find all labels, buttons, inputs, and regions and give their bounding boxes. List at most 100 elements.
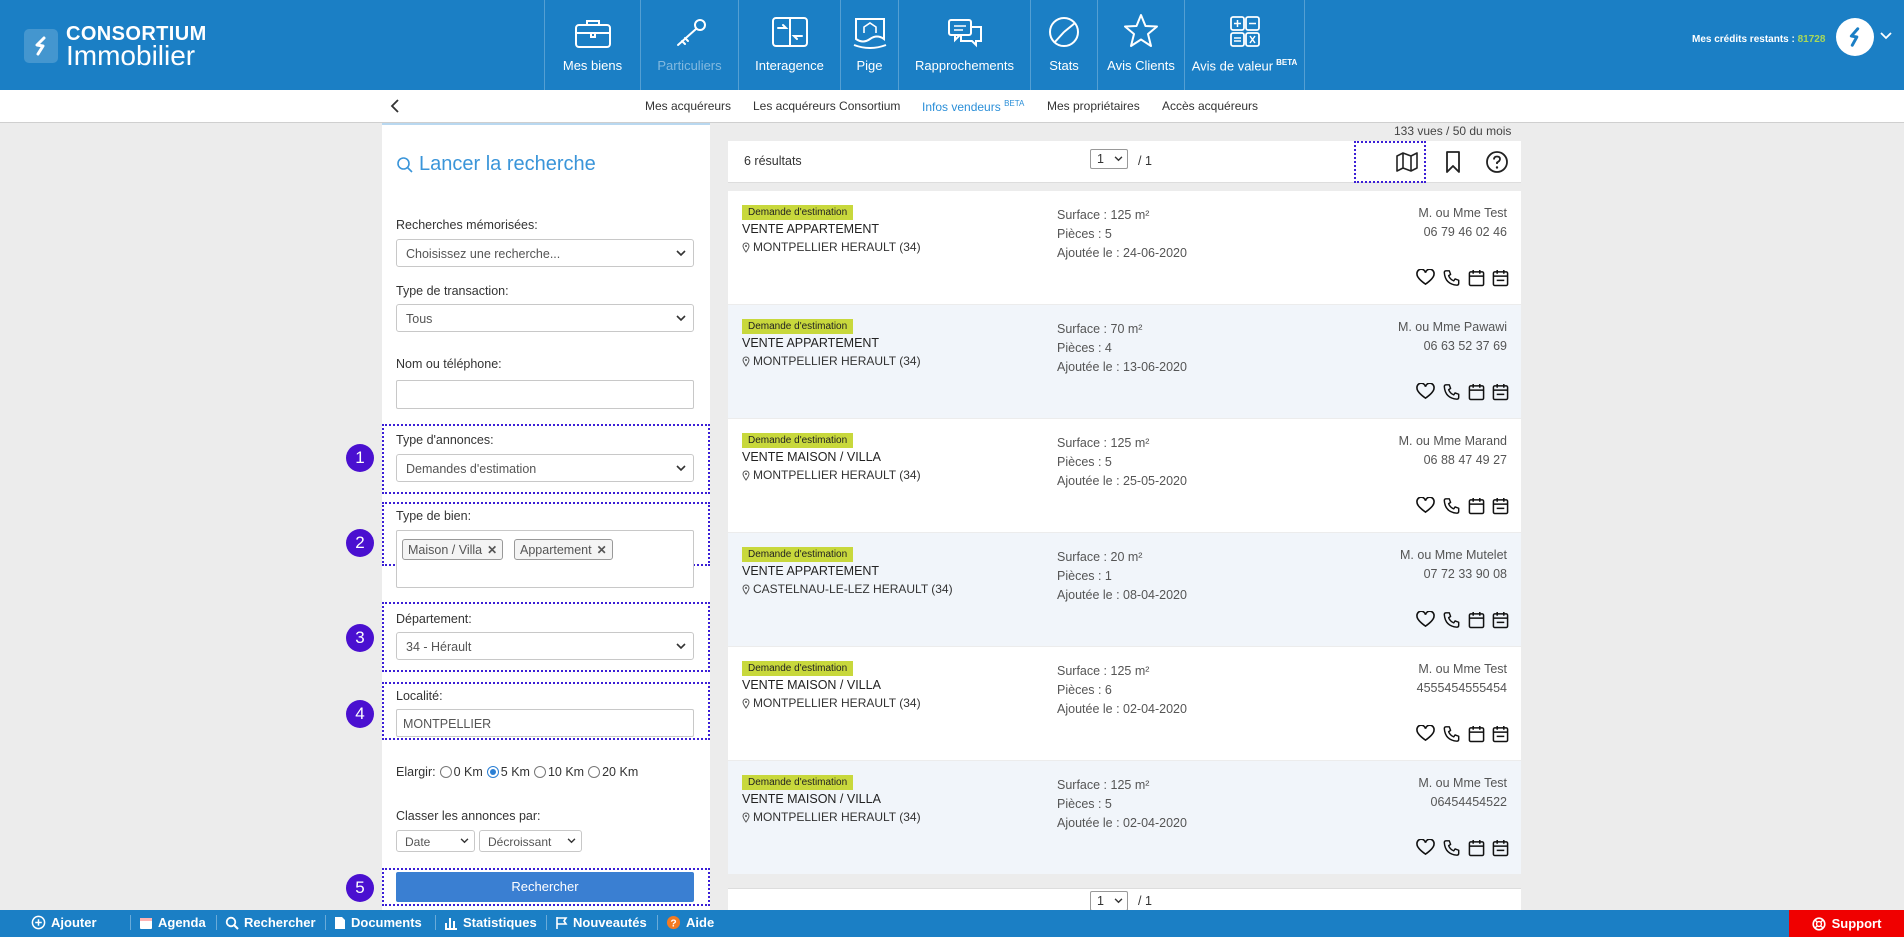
result-card[interactable]: Demande d'estimation VENTE APPARTEMENT MON… — [728, 191, 1521, 304]
bottom-ajouter[interactable]: Ajouter — [31, 915, 97, 930]
phone-icon[interactable] — [1442, 383, 1461, 401]
bottom-rechercher[interactable]: Rechercher — [216, 915, 316, 930]
department-select[interactable]: 34 - Hérault — [396, 632, 694, 660]
saved-searches-select[interactable]: Choisissez une recherche... — [396, 239, 694, 267]
chevron-down-icon[interactable] — [1880, 32, 1892, 40]
card-actions — [1416, 839, 1509, 857]
subnav-mes-acquereurs[interactable]: Mes acquéreurs — [645, 99, 731, 113]
favorite-heart-icon[interactable] — [1416, 725, 1435, 743]
subnav-infos-vendeurs[interactable]: Infos vendeurs BETA — [922, 99, 1024, 114]
bottom-statistiques[interactable]: Statistiques — [435, 915, 537, 930]
ad-type-select[interactable]: Demandes d'estimation — [396, 454, 694, 482]
phone-icon[interactable] — [1442, 611, 1461, 629]
nav-interagence[interactable]: Interagence — [738, 0, 840, 90]
added-date: Ajoutée le : 24-06-2020 — [1057, 246, 1187, 260]
tag-appartement[interactable]: Appartement ✕ — [514, 539, 613, 560]
calendar-icon[interactable] — [1468, 497, 1485, 515]
sort-order-select[interactable]: Décroissant — [479, 830, 582, 852]
search-button[interactable]: Rechercher — [396, 872, 694, 902]
bottom-agenda[interactable]: Agenda — [130, 915, 206, 930]
subnav-acces-acquereurs[interactable]: Accès acquéreurs — [1162, 99, 1258, 113]
user-avatar[interactable] — [1836, 18, 1874, 56]
result-card[interactable]: Demande d'estimation VENTE APPARTEMENT MON… — [728, 305, 1521, 418]
favorite-heart-icon[interactable] — [1416, 383, 1435, 401]
radio-0km[interactable] — [439, 766, 452, 778]
subnav-mes-proprietaires[interactable]: Mes propriétaires — [1047, 99, 1140, 113]
subnav-acquereurs-consortium[interactable]: Les acquéreurs Consortium — [753, 99, 900, 113]
nav-avis-de-valeur[interactable]: Avis de valeur BETA — [1184, 0, 1305, 90]
result-card[interactable]: Demande d'estimation VENTE APPARTEMENT CAS… — [728, 533, 1521, 646]
map-icon[interactable] — [1395, 150, 1419, 174]
tag-maison-villa[interactable]: Maison / Villa ✕ — [402, 539, 504, 560]
favorite-heart-icon[interactable] — [1416, 269, 1435, 287]
property-type-multiselect[interactable]: Maison / Villa ✕ Appartement ✕ — [396, 530, 694, 588]
radio-10km[interactable] — [533, 766, 546, 778]
calendar-event-icon[interactable] — [1492, 497, 1509, 515]
step-badge-3: 3 — [346, 624, 374, 652]
transaction-type-select[interactable]: Tous — [396, 304, 694, 332]
consortium-logo[interactable]: CONSORTIUM Immobilier — [24, 24, 207, 70]
location-pin-icon — [742, 698, 750, 709]
favorite-heart-icon[interactable] — [1416, 611, 1435, 629]
step-badge-5: 5 — [346, 874, 374, 902]
favorite-heart-icon[interactable] — [1416, 497, 1435, 515]
calendar-icon[interactable] — [1468, 269, 1485, 287]
calendar-icon — [139, 916, 158, 930]
result-card[interactable]: Demande d'estimation VENTE MAISON / VILLA… — [728, 419, 1521, 532]
support-button[interactable]: Support — [1789, 910, 1904, 937]
nav-stats[interactable]: Stats — [1030, 0, 1097, 90]
locality-input[interactable]: MONTPELLIER — [396, 709, 694, 737]
calendar-event-icon[interactable] — [1492, 725, 1509, 743]
card-actions — [1416, 269, 1509, 287]
flag-icon — [555, 916, 573, 930]
bookmark-icon[interactable] — [1441, 150, 1465, 174]
page-select[interactable]: 1 — [1090, 149, 1128, 169]
calendar-icon[interactable] — [1468, 611, 1485, 629]
bottom-aide[interactable]: ? Aide — [657, 915, 714, 930]
calendar-icon[interactable] — [1468, 383, 1485, 401]
calendar-event-icon[interactable] — [1492, 269, 1509, 287]
listing-title: VENTE APPARTEMENT — [742, 222, 880, 236]
nav-mes-biens[interactable]: Mes biens — [544, 0, 640, 90]
bottom-nouveautes[interactable]: Nouveautés — [546, 915, 647, 930]
views-counter: 133 vues / 50 du mois — [1394, 124, 1512, 138]
nav-particuliers[interactable]: Particuliers — [640, 0, 738, 90]
saved-searches-label: Recherches mémorisées: — [396, 218, 538, 232]
contact-name: M. ou Mme Test — [1418, 662, 1507, 676]
nav-rapprochements[interactable]: Rapprochements — [898, 0, 1030, 90]
calendar-icon[interactable] — [1468, 839, 1485, 857]
radio-20km[interactable] — [588, 766, 601, 778]
contact-name: M. ou Mme Test — [1418, 206, 1507, 220]
calendar-icon[interactable] — [1468, 725, 1485, 743]
calendar-event-icon[interactable] — [1492, 839, 1509, 857]
nav-label: Rapprochements — [915, 58, 1014, 73]
listing-location: CASTELNAU-LE-LEZ HERAULT (34) — [742, 582, 953, 596]
help-icon[interactable] — [1485, 150, 1509, 174]
result-card[interactable]: Demande d'estimation VENTE MAISON / VILLA… — [728, 647, 1521, 760]
added-date: Ajoutée le : 02-04-2020 — [1057, 816, 1187, 830]
listing-title: VENTE APPARTEMENT — [742, 564, 880, 578]
chevron-down-icon — [676, 315, 686, 322]
result-card[interactable]: Demande d'estimation VENTE MAISON / VILLA… — [728, 761, 1521, 874]
listing-details: Surface : 125 m² Pièces : 6 Ajoutée le : 0… — [1057, 662, 1187, 719]
page-total: / 1 — [1138, 154, 1152, 168]
contact-phone: 06 63 52 37 69 — [1423, 339, 1507, 353]
search-icon — [225, 916, 244, 930]
sort-field-select[interactable]: Date — [396, 830, 475, 852]
favorite-heart-icon[interactable] — [1416, 839, 1435, 857]
calendar-event-icon[interactable] — [1492, 383, 1509, 401]
phone-icon[interactable] — [1442, 839, 1461, 857]
calendar-event-icon[interactable] — [1492, 611, 1509, 629]
step-badge-2: 2 — [346, 529, 374, 557]
phone-icon[interactable] — [1442, 269, 1461, 287]
radio-5km[interactable] — [486, 766, 499, 778]
name-phone-input[interactable] — [396, 380, 694, 409]
phone-icon[interactable] — [1442, 497, 1461, 515]
phone-icon[interactable] — [1442, 725, 1461, 743]
nav-avis-clients[interactable]: Avis Clients — [1097, 0, 1184, 90]
back-arrow-icon[interactable] — [388, 98, 404, 114]
nav-pige[interactable]: Pige — [840, 0, 898, 90]
chat-bubbles-icon — [945, 17, 985, 49]
page-select-bottom[interactable]: 1 — [1090, 891, 1128, 911]
bottom-documents[interactable]: Documents — [325, 915, 422, 930]
